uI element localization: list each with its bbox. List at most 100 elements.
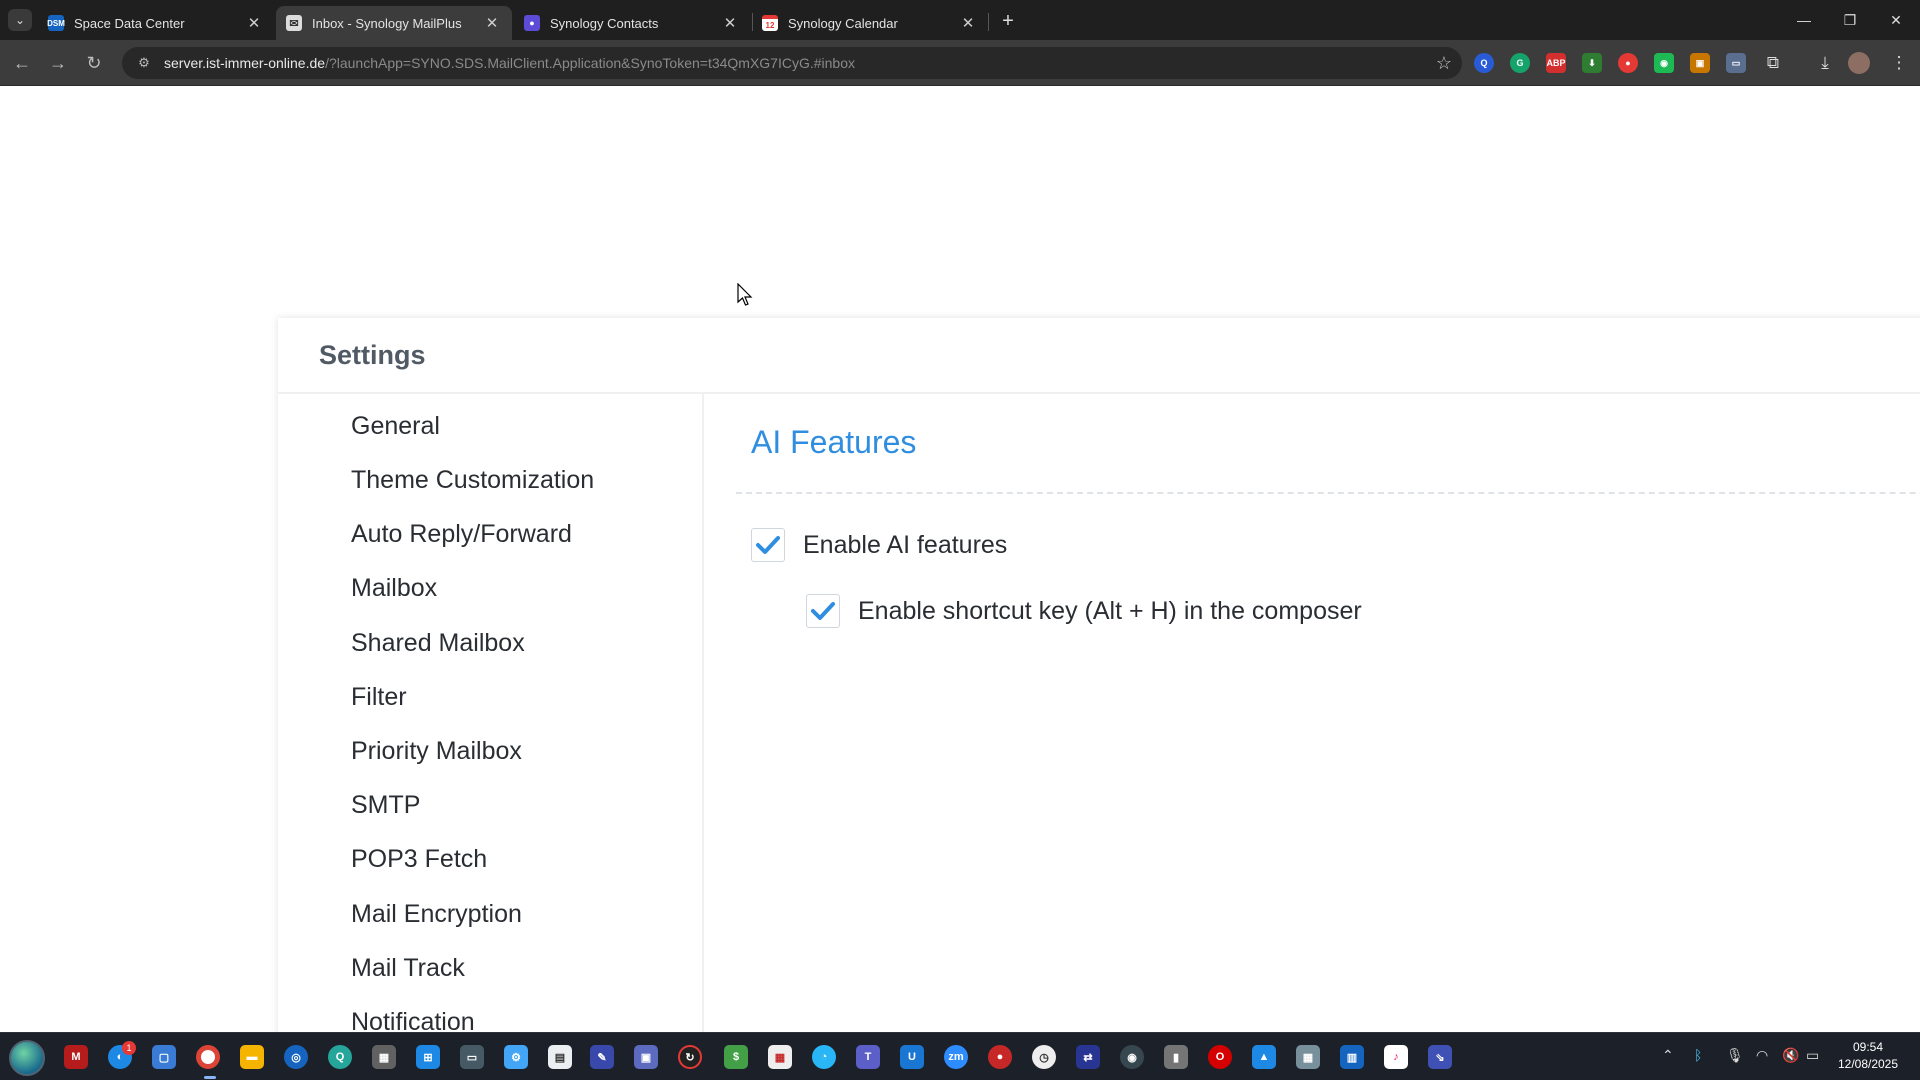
- zoom-app-icon[interactable]: zm: [944, 1045, 968, 1069]
- settings-nav-mail-track[interactable]: Mail Track: [351, 954, 465, 983]
- usb-app-icon[interactable]: ▮: [1164, 1045, 1188, 1069]
- settings-nav-notification[interactable]: Notification: [351, 1008, 475, 1032]
- battery-icon[interactable]: ▭: [1806, 1047, 1819, 1064]
- teams-app-icon[interactable]: T: [856, 1045, 880, 1069]
- clock-app-icon[interactable]: ◷: [1032, 1045, 1056, 1069]
- music-app-icon[interactable]: ♪: [1384, 1045, 1408, 1069]
- extensions-puzzle-icon[interactable]: ⧉: [1760, 50, 1786, 76]
- settings-nav-general[interactable]: General: [351, 412, 440, 441]
- tab-space-data-center[interactable]: DSM Space Data Center ✕: [38, 6, 274, 40]
- tab-synology-contacts[interactable]: ● Synology Contacts ✕: [514, 6, 750, 40]
- site-info-icon[interactable]: ⚙: [130, 55, 158, 71]
- window-app-icon[interactable]: ▢: [152, 1045, 176, 1069]
- close-icon[interactable]: ✕: [244, 13, 264, 33]
- tray-overflow-icon[interactable]: ⌃: [1662, 1047, 1674, 1064]
- url-host: server.ist-immer-online.de: [164, 55, 326, 71]
- network-app-icon[interactable]: ⚙: [504, 1045, 528, 1069]
- spreadsheet-app-icon[interactable]: ▦: [768, 1045, 792, 1069]
- enable-ai-features-checkbox[interactable]: [751, 528, 785, 562]
- store-app-icon[interactable]: ⊞: [416, 1045, 440, 1069]
- close-window-button[interactable]: ✕: [1876, 4, 1916, 36]
- green-extension-icon[interactable]: ◉: [1654, 53, 1674, 73]
- magnifier-app-icon[interactable]: Q: [328, 1045, 352, 1069]
- forward-button[interactable]: →: [43, 48, 73, 78]
- taskbar-clock[interactable]: 09:54 12/08/2025: [1828, 1039, 1908, 1073]
- downloads-icon[interactable]: ⤓: [1812, 50, 1838, 76]
- tab-search-button[interactable]: ⌄: [8, 9, 32, 31]
- address-bar[interactable]: ⚙ server.ist-immer-online.de/?launchApp=…: [122, 47, 1462, 79]
- start-button[interactable]: [9, 1040, 45, 1076]
- sync-app-icon[interactable]: ↻: [678, 1045, 702, 1069]
- close-icon[interactable]: ✕: [482, 13, 502, 33]
- document-app-icon[interactable]: ▤: [548, 1045, 572, 1069]
- close-icon[interactable]: ✕: [720, 13, 740, 33]
- enable-shortcut-key-option[interactable]: Enable shortcut key (Alt + H) in the com…: [806, 594, 1362, 628]
- opera-app-icon[interactable]: O: [1208, 1045, 1232, 1069]
- red-extension-icon[interactable]: ●: [1618, 53, 1638, 73]
- editor-app-icon[interactable]: ✎: [590, 1045, 614, 1069]
- url-text: server.ist-immer-online.de/?launchApp=SY…: [164, 55, 855, 71]
- settings-dialog: Settings General Theme Customization Aut…: [278, 318, 1920, 1032]
- chart-app-icon[interactable]: ▥: [1340, 1045, 1364, 1069]
- antivirus-app-icon[interactable]: M: [64, 1045, 88, 1069]
- settings-nav-auto-reply-forward[interactable]: Auto Reply/Forward: [351, 520, 572, 549]
- enable-shortcut-key-label: Enable shortcut key (Alt + H) in the com…: [858, 596, 1362, 625]
- tab-inbox-mailplus[interactable]: ✉ Inbox - Synology MailPlus ✕: [276, 6, 512, 40]
- browser-toolbar: ← → ↻ ⚙ server.ist-immer-online.de/?laun…: [0, 40, 1920, 86]
- profile-avatar[interactable]: [1848, 52, 1870, 74]
- browser-menu-icon[interactable]: ⋮: [1886, 50, 1912, 76]
- volume-muted-icon[interactable]: 🔇: [1782, 1047, 1799, 1064]
- tab-synology-calendar[interactable]: 12 Synology Calendar ✕: [752, 6, 988, 40]
- remote-app-icon[interactable]: ▣: [634, 1045, 658, 1069]
- edge-app-icon[interactable]: ◔: [812, 1045, 836, 1069]
- minimize-button[interactable]: —: [1784, 4, 1824, 36]
- download-extension-icon[interactable]: ⬇: [1582, 53, 1602, 73]
- bookmark-star-icon[interactable]: ☆: [1436, 53, 1452, 74]
- money-app-icon[interactable]: $: [724, 1045, 748, 1069]
- calculator-app-icon[interactable]: ▦: [1296, 1045, 1320, 1069]
- settings-nav-pop3-fetch[interactable]: POP3 Fetch: [351, 845, 487, 874]
- vpn-app-icon[interactable]: ⇘: [1428, 1045, 1452, 1069]
- photos-app-icon[interactable]: ▲: [1252, 1045, 1276, 1069]
- settings-nav-smtp[interactable]: SMTP: [351, 791, 420, 820]
- disc-app-icon[interactable]: ◉: [1120, 1045, 1144, 1069]
- chrome-app-icon[interactable]: [196, 1045, 220, 1069]
- grammarly-icon[interactable]: G: [1510, 53, 1530, 73]
- section-divider: [736, 492, 1920, 494]
- settings-nav-theme-customization[interactable]: Theme Customization: [351, 466, 594, 495]
- settings-nav: General Theme Customization Auto Reply/F…: [278, 394, 704, 1032]
- close-icon[interactable]: ✕: [958, 13, 978, 33]
- settings-nav-mail-encryption[interactable]: Mail Encryption: [351, 900, 522, 929]
- restore-button[interactable]: ❐: [1830, 4, 1870, 36]
- settings-nav-filter[interactable]: Filter: [351, 683, 407, 712]
- orange-extension-icon[interactable]: ▣: [1690, 53, 1710, 73]
- file-explorer-icon[interactable]: ▬: [240, 1045, 264, 1069]
- windows-taskbar: M ◐ 1 ▢ ▬ ◎ Q ▦ ⊞ ▭ ⚙ ▤ ✎ ▣ ↻ $ ▦ ◔ T U …: [0, 1032, 1920, 1080]
- back-button[interactable]: ←: [7, 48, 37, 78]
- adblock-plus-icon[interactable]: ABP: [1546, 53, 1566, 73]
- wifi-icon[interactable]: ◠: [1756, 1047, 1768, 1064]
- active-app-indicator: [204, 1076, 216, 1079]
- enable-shortcut-key-checkbox[interactable]: [806, 594, 840, 628]
- bluetooth-icon[interactable]: ᛒ: [1694, 1047, 1702, 1063]
- settings-title: Settings: [319, 339, 426, 370]
- keyboard-app-icon[interactable]: ▦: [372, 1045, 396, 1069]
- monitor-app-icon[interactable]: ▭: [460, 1045, 484, 1069]
- reload-button[interactable]: ↻: [79, 48, 109, 78]
- settings-nav-mailbox[interactable]: Mailbox: [351, 574, 437, 603]
- u-app-icon[interactable]: U: [900, 1045, 924, 1069]
- settings-nav-shared-mailbox[interactable]: Shared Mailbox: [351, 629, 525, 658]
- search-app-icon[interactable]: ◎: [284, 1045, 308, 1069]
- record-app-icon[interactable]: ●: [988, 1045, 1012, 1069]
- dsm-favicon-icon: DSM: [47, 15, 65, 31]
- enable-ai-features-label: Enable AI features: [803, 530, 1008, 559]
- notification-badge: 1: [122, 1041, 136, 1055]
- microphone-icon[interactable]: 🎙: [1726, 1047, 1744, 1064]
- network-share-icon[interactable]: ⇄: [1076, 1045, 1100, 1069]
- extension-search-icon[interactable]: Q: [1474, 53, 1494, 73]
- new-tab-button[interactable]: +: [995, 8, 1021, 34]
- screen-extension-icon[interactable]: ▭: [1726, 53, 1746, 73]
- settings-content: AI Features Enable AI features Enable sh…: [706, 394, 1920, 1032]
- settings-nav-priority-mailbox[interactable]: Priority Mailbox: [351, 737, 522, 766]
- enable-ai-features-option[interactable]: Enable AI features: [751, 528, 1007, 562]
